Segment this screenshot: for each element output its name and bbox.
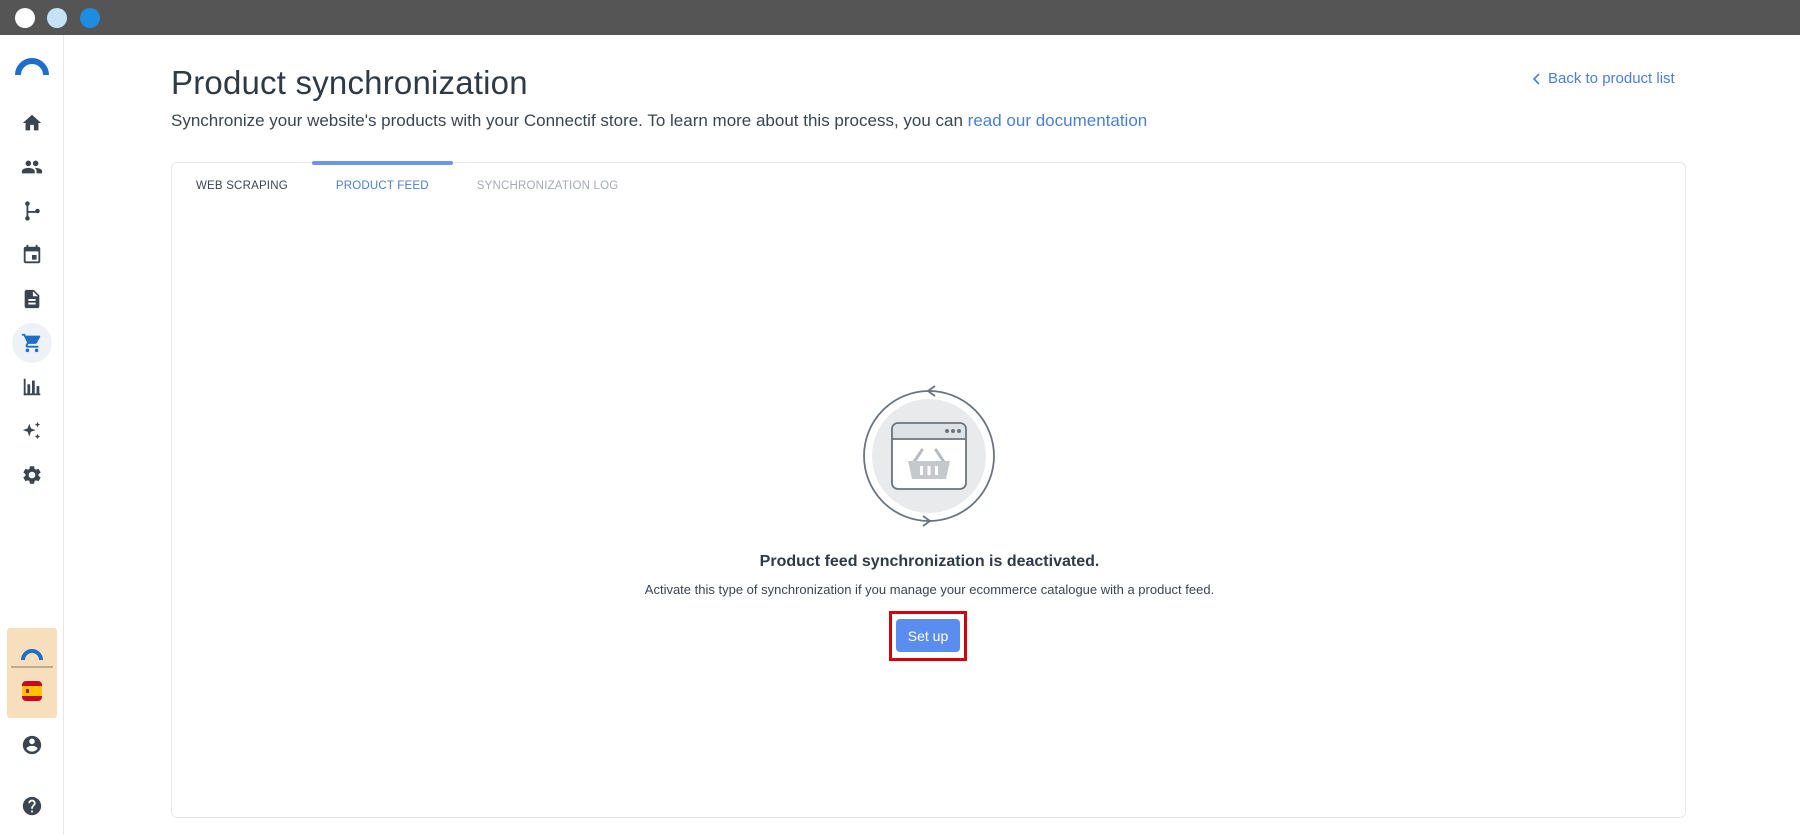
sidebar-item-profile[interactable] bbox=[12, 725, 52, 765]
tab-web-scraping[interactable]: WEB SCRAPING bbox=[172, 163, 312, 209]
account-logo-icon bbox=[21, 649, 43, 661]
tab-product-feed[interactable]: PRODUCT FEED bbox=[311, 161, 453, 209]
help-icon bbox=[22, 796, 42, 816]
sidebar-item-settings[interactable] bbox=[12, 455, 52, 495]
document-icon bbox=[24, 289, 40, 309]
workflow-icon bbox=[25, 201, 40, 221]
account-switcher[interactable] bbox=[7, 628, 57, 718]
empty-state-title: Product feed synchronization is deactiva… bbox=[759, 553, 1100, 570]
sidebar-item-store[interactable] bbox=[12, 323, 52, 363]
page-title: Product synchronization bbox=[171, 64, 528, 101]
bar-chart-icon bbox=[23, 378, 41, 396]
cart-icon bbox=[21, 333, 41, 353]
back-link-label: Back to product list bbox=[1548, 70, 1675, 87]
account-label bbox=[11, 666, 53, 668]
spain-flag-icon[interactable] bbox=[22, 681, 42, 701]
connectif-logo[interactable] bbox=[15, 53, 49, 77]
window-titlebar bbox=[0, 0, 1800, 35]
tab-synchronization-log[interactable]: SYNCHRONIZATION LOG bbox=[453, 163, 643, 209]
contacts-icon bbox=[21, 160, 43, 174]
empty-state-description: Activate this type of synchronization if… bbox=[644, 582, 1215, 597]
back-to-product-list-link[interactable]: Back to product list bbox=[1532, 70, 1675, 87]
sidebar-item-contacts[interactable] bbox=[12, 147, 52, 187]
sidebar bbox=[0, 35, 64, 835]
documentation-link[interactable]: read our documentation bbox=[968, 111, 1148, 130]
sync-card: WEB SCRAPING PRODUCT FEED SYNCHRONIZATIO… bbox=[171, 161, 1686, 818]
sparkles-icon bbox=[22, 421, 41, 440]
gear-icon bbox=[23, 466, 41, 484]
chevron-left-icon bbox=[1532, 72, 1540, 85]
sidebar-item-workflows[interactable] bbox=[12, 191, 52, 231]
window-close-button[interactable] bbox=[15, 8, 35, 28]
window-minimize-button[interactable] bbox=[47, 8, 67, 28]
user-icon bbox=[22, 735, 42, 755]
basket-sync-icon bbox=[863, 385, 995, 527]
home-icon bbox=[22, 114, 42, 131]
page-subtitle: Synchronize your website's products with… bbox=[171, 111, 1147, 131]
window-maximize-button[interactable] bbox=[80, 8, 100, 28]
setup-button[interactable]: Set up bbox=[896, 619, 960, 652]
sidebar-item-content[interactable] bbox=[12, 279, 52, 319]
sidebar-item-analytics[interactable] bbox=[12, 367, 52, 407]
sidebar-item-calendar[interactable] bbox=[12, 235, 52, 275]
sidebar-item-ai[interactable] bbox=[12, 411, 52, 451]
calendar-icon bbox=[23, 244, 41, 264]
page-subtitle-text: Synchronize your website's products with… bbox=[171, 111, 968, 130]
sync-tabs: WEB SCRAPING PRODUCT FEED SYNCHRONIZATIO… bbox=[172, 161, 643, 209]
sidebar-item-home[interactable] bbox=[12, 103, 52, 143]
sidebar-item-help[interactable] bbox=[12, 786, 52, 826]
